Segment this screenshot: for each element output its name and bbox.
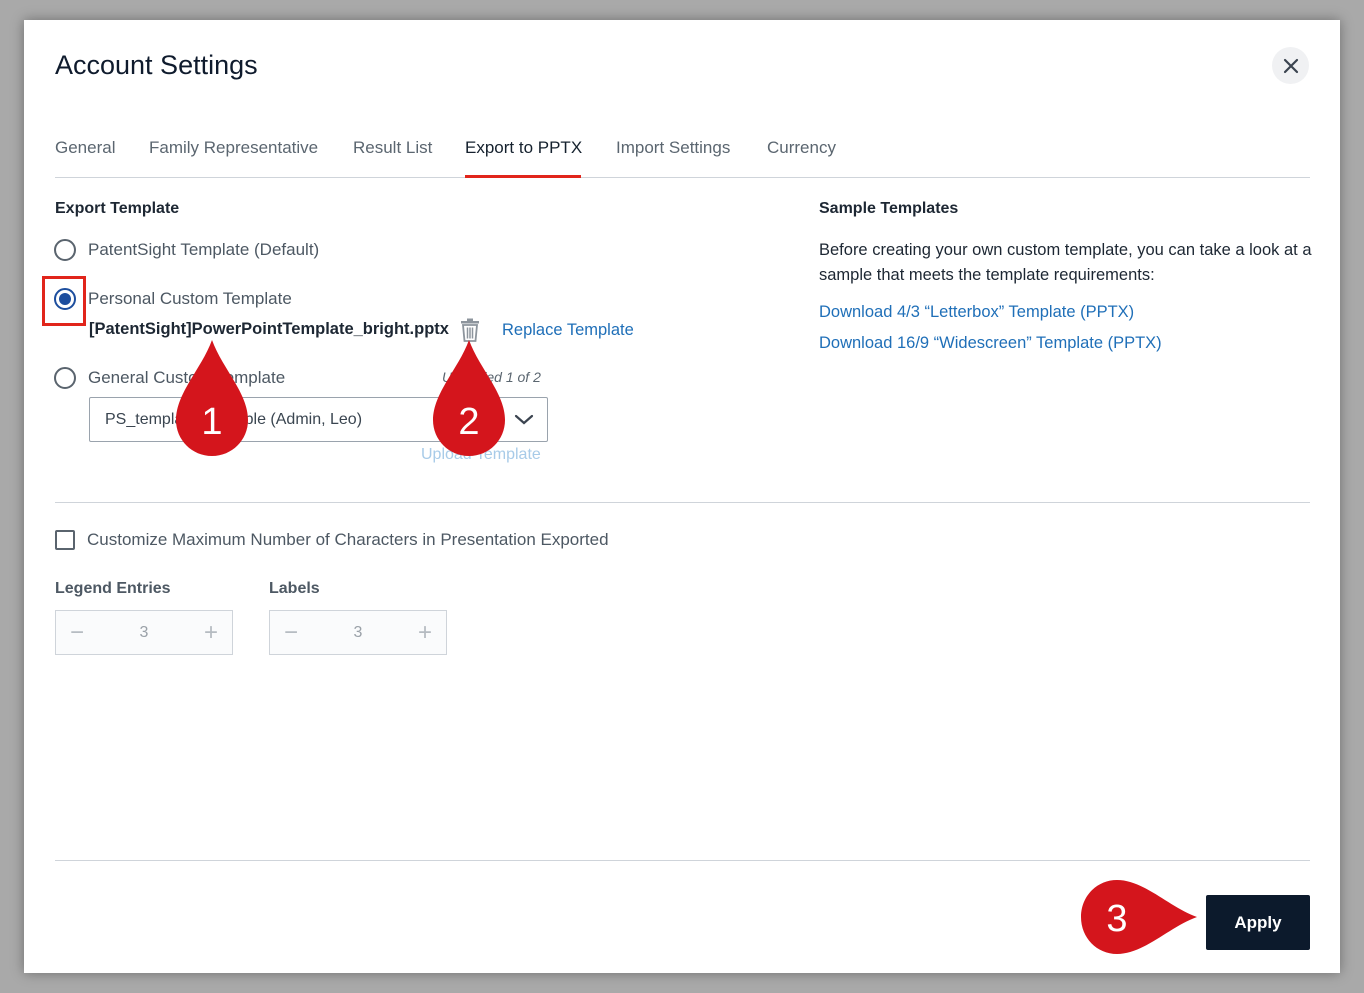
decrement-button[interactable]: − (284, 620, 298, 645)
export-template-title: Export Template (55, 200, 180, 217)
tab-import-settings[interactable]: Import Settings (616, 138, 730, 178)
labels-stepper[interactable]: − 3 + (269, 610, 447, 655)
download-letterbox-link[interactable]: Download 4/3 “Letterbox” Template (PPTX) (819, 303, 1134, 322)
tab-bar: General Family Representative Result Lis… (55, 138, 1310, 178)
customize-checkbox-row[interactable]: Customize Maximum Number of Characters i… (55, 530, 609, 550)
customize-checkbox[interactable] (55, 530, 75, 550)
tab-result-list[interactable]: Result List (353, 138, 432, 178)
increment-button[interactable]: + (204, 620, 218, 645)
section-divider (55, 502, 1310, 503)
callout-marker-2: 2 (433, 340, 505, 456)
radio-button[interactable] (54, 239, 76, 261)
radio-label: PatentSight Template (Default) (88, 240, 320, 259)
sample-templates-title: Sample Templates (819, 200, 959, 217)
tab-family-representative[interactable]: Family Representative (149, 138, 318, 178)
callout-number: 2 (458, 401, 479, 443)
tab-export-to-pptx[interactable]: Export to PPTX (465, 138, 582, 178)
callout-marker-3: 3 (1081, 880, 1197, 954)
template-file-name: [PatentSight]PowerPointTemplate_bright.p… (89, 320, 449, 338)
decrement-button[interactable]: − (70, 620, 84, 645)
close-button[interactable] (1272, 47, 1309, 84)
sample-templates-description: Before creating your own custom template… (819, 241, 1312, 284)
close-icon (1283, 58, 1298, 73)
dialog-title: Account Settings (55, 50, 258, 80)
radio-label: Personal Custom Template (88, 289, 292, 308)
radio-personal-template[interactable]: Personal Custom Template (54, 288, 292, 310)
callout-number: 3 (1106, 898, 1127, 940)
radio-default-template[interactable]: PatentSight Template (Default) (54, 239, 319, 261)
callout-marker-1: 1 (176, 340, 248, 456)
chevron-down-icon (514, 414, 534, 425)
stepper-value[interactable]: 3 (140, 624, 149, 642)
radio-button[interactable] (54, 367, 76, 389)
checkbox-label: Customize Maximum Number of Characters i… (87, 530, 609, 549)
labels-label: Labels (269, 580, 320, 597)
download-widescreen-link[interactable]: Download 16/9 “Widescreen” Template (PPT… (819, 334, 1162, 353)
footer-divider (55, 860, 1310, 861)
stepper-value[interactable]: 3 (354, 624, 363, 642)
apply-button[interactable]: Apply (1206, 895, 1310, 950)
account-settings-dialog: Account Settings General Family Represen… (24, 20, 1340, 973)
radio-button-checked[interactable] (54, 288, 76, 310)
increment-button[interactable]: + (418, 620, 432, 645)
legend-entries-stepper[interactable]: − 3 + (55, 610, 233, 655)
radio-general-template[interactable]: General Custom Template (54, 367, 285, 389)
callout-number: 1 (201, 401, 222, 443)
tab-general[interactable]: General (55, 138, 115, 178)
replace-template-link[interactable]: Replace Template (502, 321, 634, 340)
tab-currency[interactable]: Currency (767, 138, 836, 178)
legend-entries-label: Legend Entries (55, 580, 171, 597)
